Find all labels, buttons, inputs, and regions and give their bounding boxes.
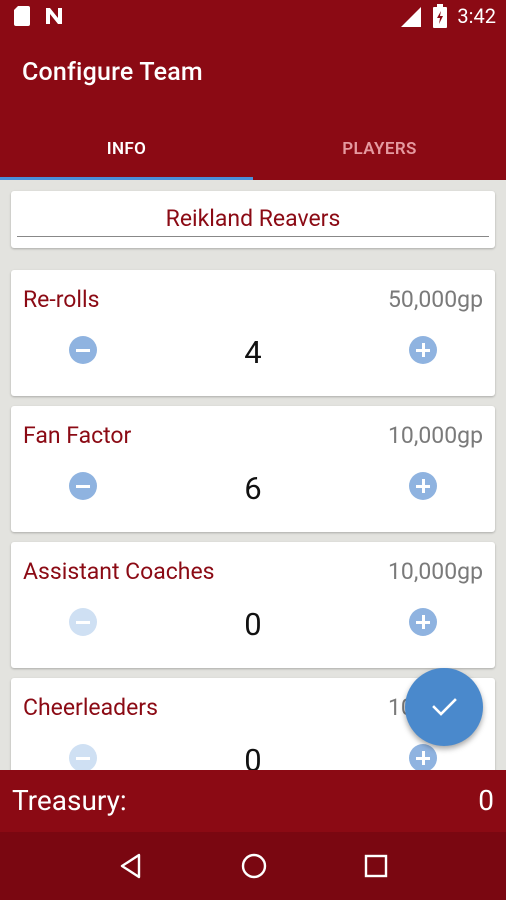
assistant-coaches-card: Assistant Coaches 10,000gp 0 <box>11 542 495 668</box>
tab-info[interactable]: INFO <box>0 118 253 180</box>
tab-players[interactable]: PLAYERS <box>253 118 506 180</box>
treasury-label: Treasury: <box>12 784 127 817</box>
navigation-bar <box>0 832 506 900</box>
status-time: 3:42 <box>457 4 496 28</box>
page-title: Configure Team <box>22 58 203 87</box>
team-name-card: Reikland Reavers <box>11 191 495 248</box>
assistant-coaches-plus-button[interactable] <box>409 608 437 636</box>
treasury-value: 0 <box>478 784 494 817</box>
signal-icon <box>401 7 422 27</box>
stat-label: Re-rolls <box>23 286 100 313</box>
app-bar: Configure Team INFO PLAYERS <box>0 34 506 180</box>
status-bar: 3:42 <box>0 0 506 34</box>
recents-icon[interactable] <box>363 853 389 879</box>
cheerleaders-plus-button[interactable] <box>409 744 437 770</box>
rerolls-card: Re-rolls 50,000gp 4 <box>11 270 495 396</box>
fan-factor-card: Fan Factor 10,000gp 6 <box>11 406 495 532</box>
stat-cost: 10,000gp <box>388 422 483 449</box>
confirm-fab[interactable] <box>405 668 483 746</box>
stat-cost: 10,000gp <box>388 558 483 585</box>
fan-factor-plus-button[interactable] <box>409 472 437 500</box>
stat-label: Assistant Coaches <box>23 558 215 585</box>
rerolls-plus-button[interactable] <box>409 336 437 364</box>
sd-card-icon <box>14 6 30 26</box>
n-notification-icon <box>46 8 62 24</box>
back-icon[interactable] <box>117 852 145 880</box>
stat-label: Cheerleaders <box>23 694 158 721</box>
stat-cost: 50,000gp <box>388 286 483 313</box>
treasury-bar: Treasury: 0 <box>0 770 506 832</box>
team-name-input[interactable]: Reikland Reavers <box>17 201 489 237</box>
tab-bar: INFO PLAYERS <box>0 118 506 180</box>
stat-label: Fan Factor <box>23 422 132 449</box>
home-icon[interactable] <box>239 851 269 881</box>
battery-icon <box>433 4 448 28</box>
check-icon <box>432 698 457 716</box>
